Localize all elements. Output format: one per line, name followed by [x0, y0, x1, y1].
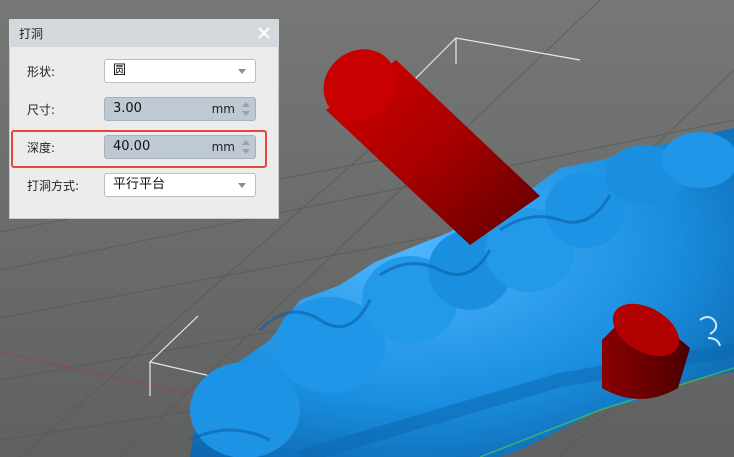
chevron-down-icon	[238, 69, 246, 74]
depth-spin-arrows	[241, 138, 251, 156]
depth-label: 深度:	[27, 141, 56, 155]
shape-select[interactable]: 圆	[104, 59, 256, 83]
depth-spinbox[interactable]: 40.00 mm	[104, 135, 256, 159]
spin-up-icon[interactable]	[242, 140, 250, 145]
depth-value: 40.00	[113, 139, 151, 154]
method-select[interactable]: 平行平台	[104, 173, 256, 197]
close-icon[interactable]	[257, 26, 271, 40]
shape-value: 圆	[113, 63, 127, 78]
spin-down-icon[interactable]	[242, 149, 250, 154]
drill-hole-panel: 打洞 形状: 圆 尺寸: 3.00 mm 深度: 40.00 mm 打洞方式: …	[9, 19, 279, 219]
depth-row: 深度: 40.00 mm	[9, 133, 279, 163]
size-unit: mm	[211, 102, 235, 116]
size-spinbox[interactable]: 3.00 mm	[104, 97, 256, 121]
shape-label: 形状:	[27, 65, 56, 79]
method-row: 打洞方式: 平行平台	[9, 171, 279, 201]
spin-down-icon[interactable]	[242, 111, 250, 116]
size-spin-arrows	[241, 100, 251, 118]
shape-row: 形状: 圆	[9, 57, 279, 87]
method-value: 平行平台	[113, 177, 166, 192]
size-label: 尺寸:	[27, 103, 56, 117]
chevron-down-icon	[238, 183, 246, 188]
depth-unit: mm	[211, 140, 235, 154]
spin-up-icon[interactable]	[242, 102, 250, 107]
size-value: 3.00	[113, 101, 142, 116]
method-label: 打洞方式:	[27, 179, 80, 193]
panel-title-bar: 打洞	[9, 19, 279, 47]
panel-title: 打洞	[19, 26, 44, 41]
size-row: 尺寸: 3.00 mm	[9, 95, 279, 125]
